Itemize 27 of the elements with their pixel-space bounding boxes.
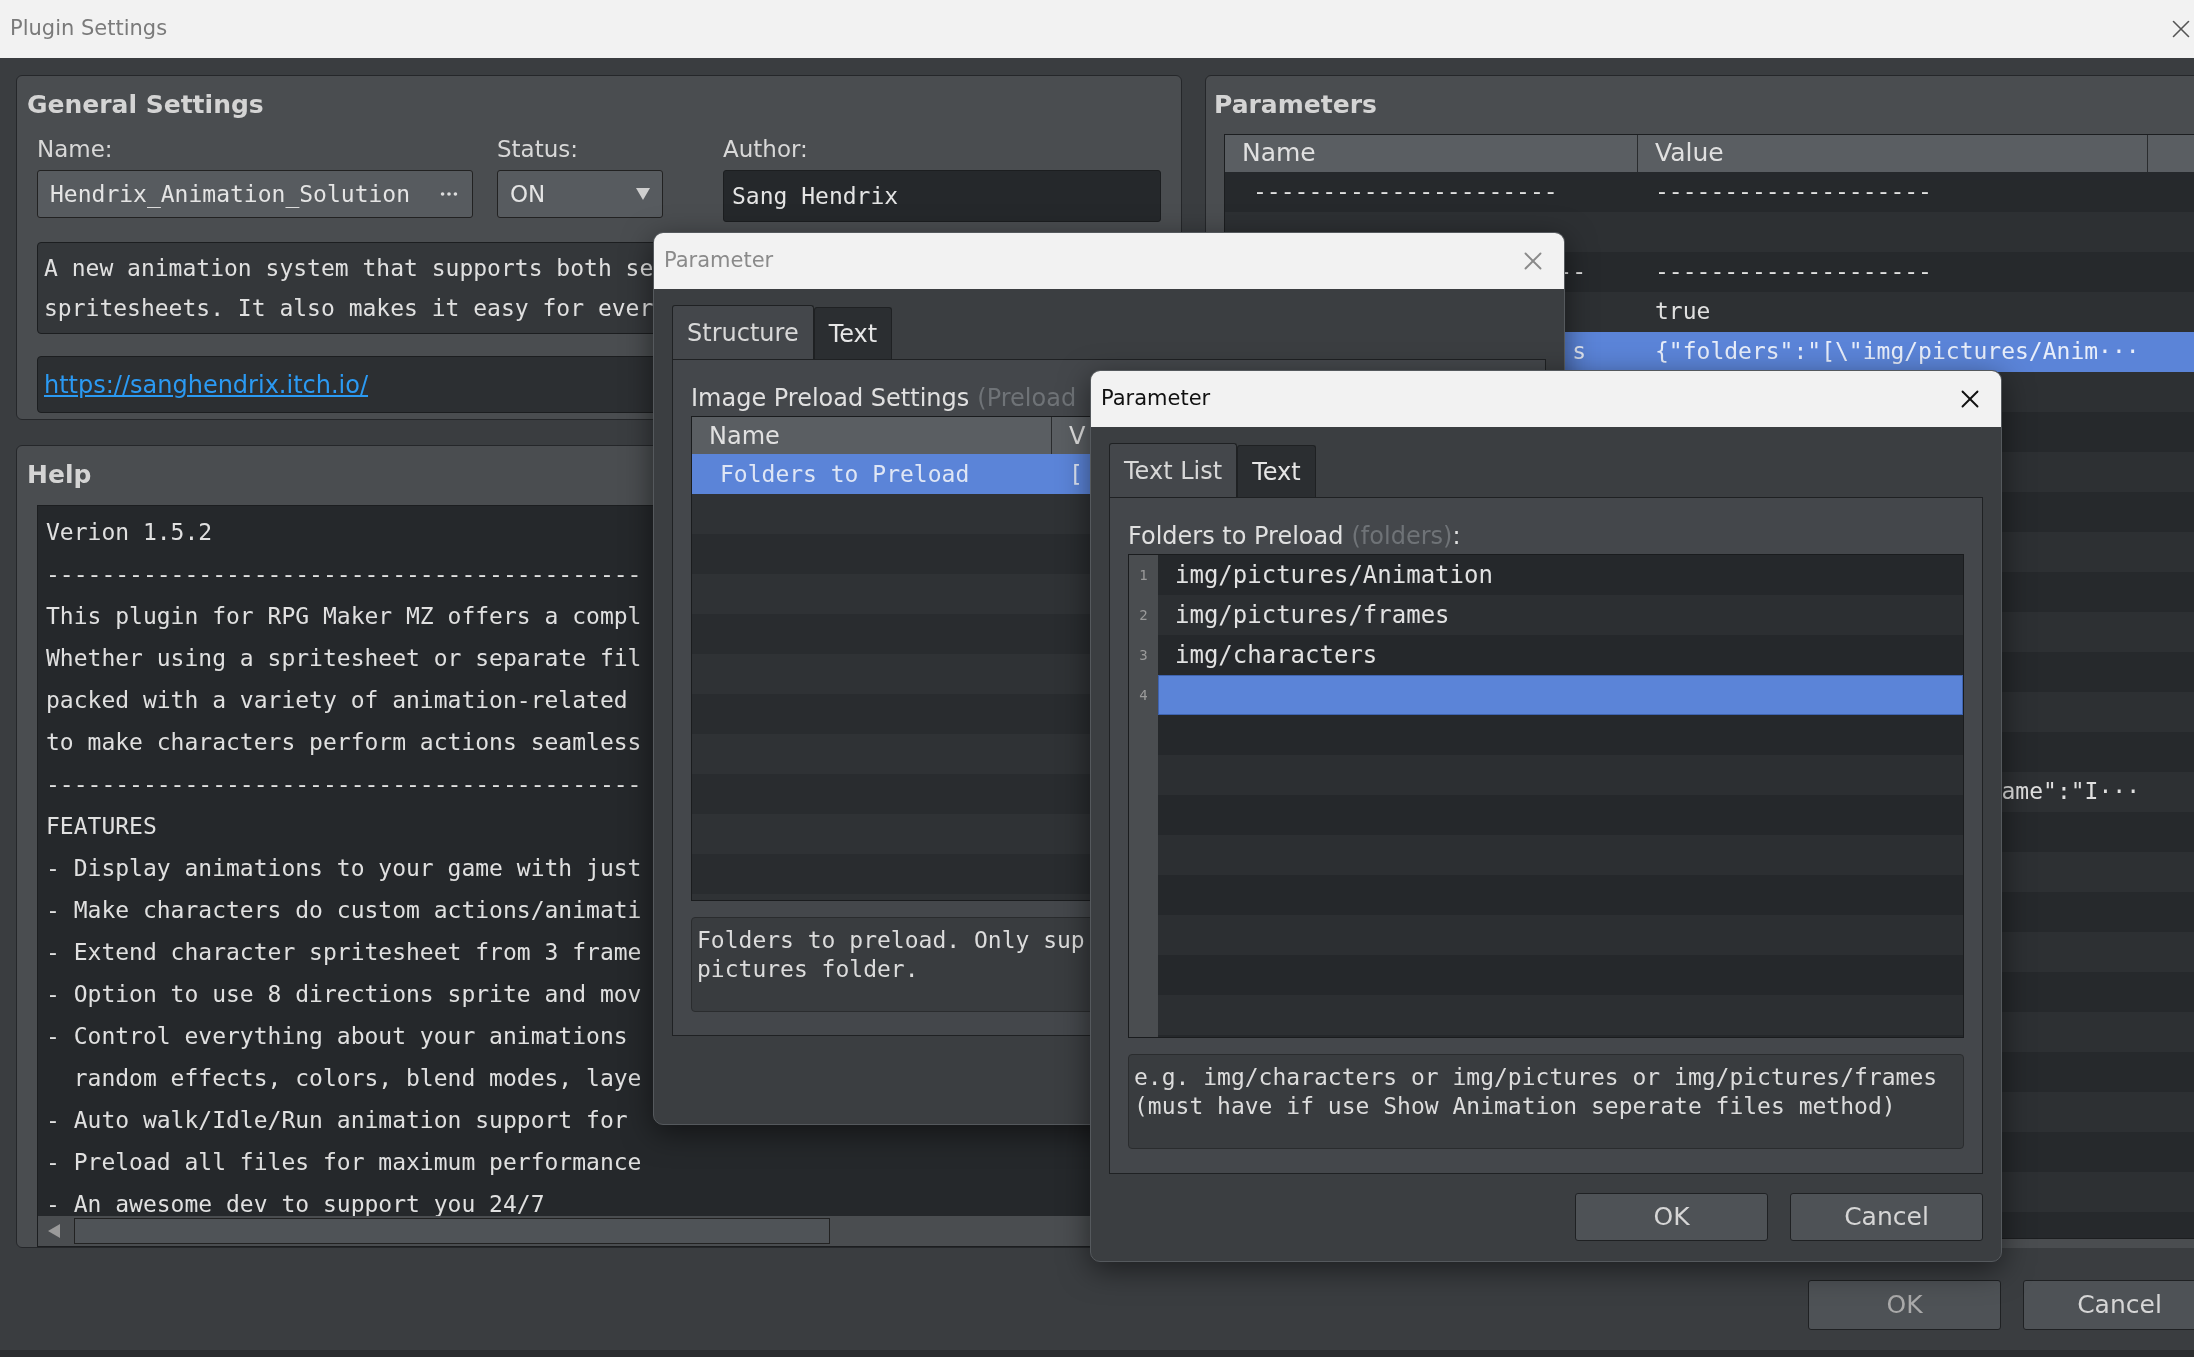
table-cell-text: Folders to Preload	[719, 459, 971, 489]
table-cell-text: ----------------------	[1253, 177, 1558, 207]
dialog-title: Parameter	[1101, 385, 1211, 413]
table-cell-text: true	[1655, 297, 1711, 327]
line-number: 4	[1139, 685, 1148, 705]
table-cell-text: ame":"I···	[2001, 777, 2140, 807]
panel-title: Parameters	[1214, 89, 1377, 121]
description-box: e.g. img/characters or img/pictures or img/pictures/frames (must have if use Show Animation seperate files method)	[1128, 1054, 1964, 1149]
table-cell-text: [	[1068, 459, 1083, 489]
field-label: Folders to Preload	[1128, 521, 1344, 552]
window-title: Plugin Settings	[10, 15, 168, 43]
field-label: Author:	[723, 134, 809, 164]
line-number: 3	[1139, 645, 1148, 665]
table-cell-text: {"folders":"[\"img/pictures/Anim···	[1655, 337, 2140, 367]
table-cell-text: --------------------	[1655, 177, 1932, 207]
field-colon: :	[1452, 521, 1461, 552]
table-cell-text: --------------------	[1655, 257, 1932, 287]
dialog-title: Parameter	[664, 247, 774, 275]
panel-title: Help	[27, 458, 92, 491]
help-text: Verion 1.5.2 ------------------------------------------- This plugin for RPG Maker MZ offers a compl Whether using a spritesheet or separate fil packed with a variety of animation-related to make characters perform actions seamless ------------------------------------------- FEATURES - Display animations to your game with just - Make characters do custom actions/animati - Extend character spritesheet from 3 frame - Option to use 8 directions sprite and mov - Control everything about your animations random effects, colors, blend modes, laye - Auto walk/Idle/Run animation support for - Preload all files for maximum performance - An awesome dev to support you 24/7	[45, 518, 643, 1216]
line-number: 2	[1139, 605, 1148, 625]
field-label: Image Preload Settings	[691, 383, 970, 414]
line-number: 1	[1139, 565, 1148, 585]
table-cell-text: s	[1572, 337, 1586, 367]
field-label: Name:	[37, 134, 114, 164]
field-label: Status:	[497, 134, 580, 164]
panel-title: General Settings	[27, 89, 264, 121]
